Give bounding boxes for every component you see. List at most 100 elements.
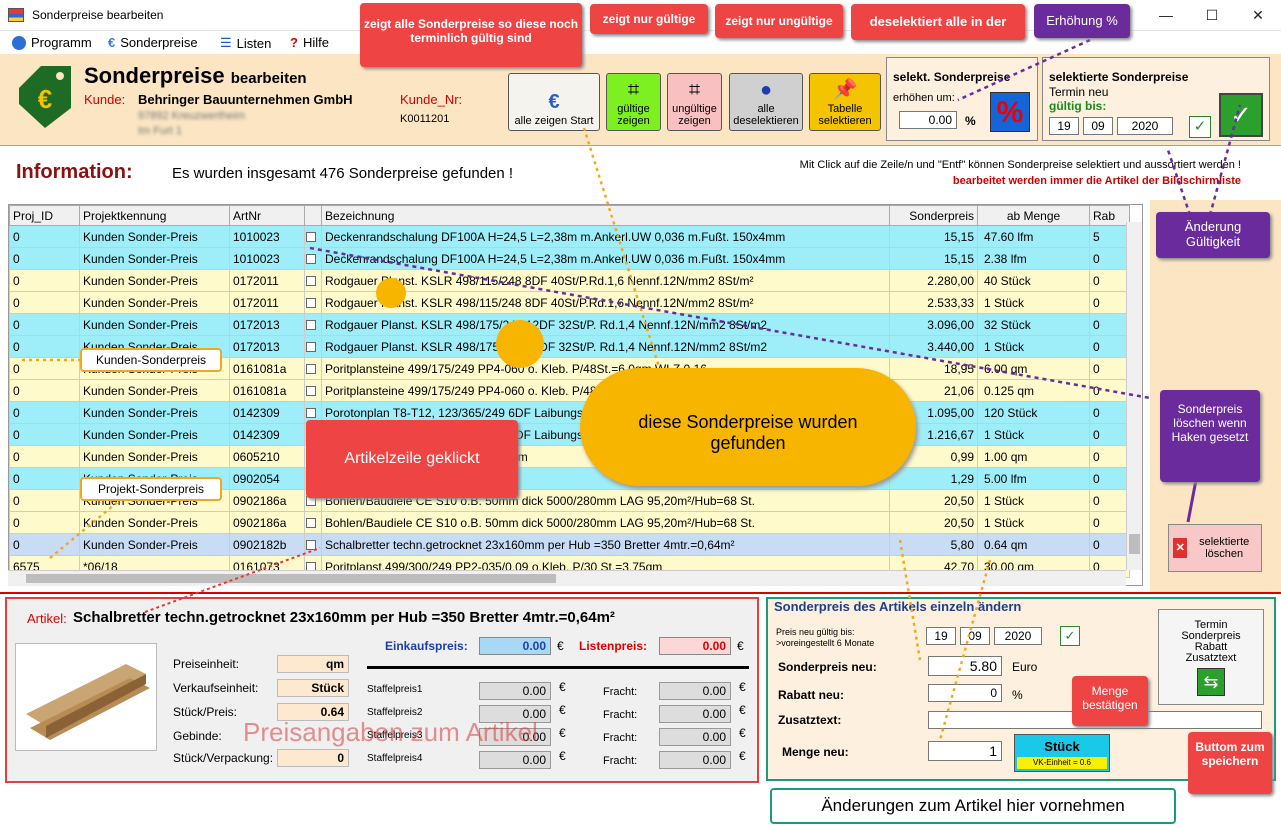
watermark-text: Preisangaben zum Artikel bbox=[243, 717, 538, 747]
table-row[interactable]: 0 Kunden Sonder-Preis 0172011 Rodgauer Plan… bbox=[9, 291, 1130, 314]
termin-line3: gültig bis: bbox=[1049, 99, 1107, 113]
callout-ungueltig: zeigt nur ungültige bbox=[715, 4, 843, 38]
row-checkbox[interactable] bbox=[306, 276, 316, 287]
table-cell: Rodgauer Planst. KSLR 498/115/248 8DF 40… bbox=[321, 291, 890, 314]
row-checkbox[interactable] bbox=[306, 298, 316, 309]
save-arrow-icon: ⇆ bbox=[1197, 668, 1225, 696]
table-cell: Kunden Sonder-Preis bbox=[79, 401, 230, 424]
einzel-day-input[interactable]: 19 bbox=[926, 627, 956, 645]
delete-selected-button[interactable]: ✕ selektierte löschen bbox=[1168, 524, 1262, 572]
callout-menge: Menge bestätigen bbox=[1072, 676, 1148, 726]
row-checkbox[interactable] bbox=[306, 518, 316, 529]
table-cell: 1010023 bbox=[229, 225, 305, 248]
table-row[interactable]: 0 Kunden Sonder-Preis 0902182b Schalbretter… bbox=[9, 533, 1130, 556]
termin-day-input[interactable]: 19 bbox=[1049, 117, 1079, 135]
table-cell: 0161081a bbox=[229, 379, 305, 402]
erhoehen-input[interactable]: 0.00 bbox=[899, 111, 957, 129]
row-checkbox-cell bbox=[304, 313, 322, 336]
gueltige-zeigen-button[interactable]: ⌗ gültige zeigen bbox=[606, 73, 661, 131]
button-label: Tabelle selektieren bbox=[818, 103, 872, 127]
table-row[interactable]: 0 Kunden Sonder-Preis 1010023 Deckenrandsch… bbox=[9, 225, 1130, 248]
einzel-year-input[interactable]: 2020 bbox=[994, 627, 1042, 645]
menu-sonderpreise[interactable]: € Sonderpreise bbox=[108, 35, 198, 50]
menu-listen[interactable]: ☰ Listen bbox=[220, 35, 271, 51]
table-cell: 2.38 lfm bbox=[977, 247, 1090, 270]
table-cell: Kunden Sonder-Preis bbox=[79, 445, 230, 468]
table-row[interactable]: 0 Kunden Sonder-Preis 0172013 Rodgauer Plan… bbox=[9, 313, 1130, 336]
fracht-value: 0.00 bbox=[659, 751, 731, 769]
vertical-scrollbar[interactable] bbox=[1126, 222, 1142, 570]
table-row[interactable]: 0Kunden Sonder-Preis0142309Porotonplan T… bbox=[9, 401, 1130, 424]
table-cell: 0 bbox=[1089, 247, 1130, 270]
binoculars-icon: ⌗ bbox=[627, 79, 640, 101]
tabelle-selektieren-button[interactable]: 📌 Tabelle selektieren bbox=[809, 73, 881, 131]
row-checkbox[interactable] bbox=[306, 342, 316, 353]
table-row[interactable]: 0Kunden Sonder-Preis0142309Porotonplan T… bbox=[9, 423, 1130, 446]
table-cell: Kunden Sonder-Preis bbox=[79, 379, 230, 402]
menge-label: Menge neu: bbox=[782, 745, 849, 759]
staffel-label: Staffelpreis4 bbox=[367, 753, 423, 764]
column-header[interactable]: ArtNr bbox=[229, 205, 305, 226]
row-checkbox[interactable] bbox=[306, 540, 316, 551]
close-button[interactable]: ✕ bbox=[1235, 0, 1281, 31]
table-cell: 0 bbox=[9, 379, 80, 402]
sonderpreis-input[interactable]: 5.80 bbox=[928, 656, 1002, 676]
table-cell: 1010023 bbox=[229, 247, 305, 270]
row-checkbox[interactable] bbox=[306, 364, 316, 375]
column-header[interactable]: Bezeichnung bbox=[321, 205, 890, 226]
einheit-button[interactable]: Stück VK-Einheit = 0.6 bbox=[1014, 734, 1110, 772]
column-header[interactable]: Projektkennung bbox=[79, 205, 230, 226]
currency: € bbox=[739, 726, 746, 740]
row-checkbox[interactable] bbox=[306, 320, 316, 331]
percent-button[interactable]: % bbox=[990, 92, 1030, 132]
horizontal-scrollbar[interactable] bbox=[8, 570, 1126, 586]
button-label: alle deselektieren bbox=[733, 103, 799, 127]
speichern-button[interactable]: Termin Sonderpreis Rabatt Zusatztext ⇆ bbox=[1158, 609, 1264, 705]
deselektieren-button[interactable]: ● alle deselektieren bbox=[729, 73, 803, 131]
column-header[interactable]: ab Menge bbox=[977, 205, 1090, 226]
column-header[interactable]: Rab bbox=[1089, 205, 1130, 226]
calendar-icon[interactable]: ✓ bbox=[1060, 626, 1080, 646]
einzel-month-input[interactable]: 09 bbox=[960, 627, 990, 645]
table-row[interactable]: 0Kunden Sonder-Preis0605210Bohlen/Baudie… bbox=[9, 445, 1130, 468]
calendar-icon[interactable]: ✓ bbox=[1189, 116, 1211, 138]
rabatt-label: Rabatt neu: bbox=[778, 688, 844, 702]
table-row[interactable]: 0 Kunden Sonder-Preis 0172011 Rodgauer Plan… bbox=[9, 269, 1130, 292]
euro-icon: € bbox=[548, 91, 560, 113]
menu-hilfe[interactable]: ? Hilfe bbox=[290, 35, 329, 50]
menge-input[interactable]: 1 bbox=[928, 741, 1002, 761]
button-label: selektierte löschen bbox=[1199, 536, 1250, 560]
percent-icon: % bbox=[996, 96, 1024, 129]
table-cell: 3.096,00 bbox=[889, 313, 978, 336]
table-row[interactable]: 0Kunden Sonder-Preis0902186aBohlen/Baudi… bbox=[9, 511, 1130, 534]
kunde-label: Kunde: bbox=[84, 92, 126, 107]
table-row[interactable]: 0 Kunden Sonder-Preis 1010023 Deckenrandsch… bbox=[9, 247, 1130, 270]
rabatt-input[interactable]: 0 bbox=[928, 684, 1002, 702]
staffel-value: 0.00 bbox=[479, 751, 551, 769]
fracht-value: 0.00 bbox=[659, 728, 731, 746]
button-label: Stück bbox=[1044, 739, 1080, 754]
row-checkbox[interactable] bbox=[306, 408, 316, 419]
table-cell: 0 bbox=[9, 423, 80, 446]
table-row[interactable]: 0Kunden Sonder-Preis0161081aPoritplanste… bbox=[9, 379, 1130, 402]
table-cell: 1 Stück bbox=[977, 291, 1090, 314]
column-header[interactable]: Sonderpreis bbox=[889, 205, 978, 226]
row-checkbox[interactable] bbox=[306, 232, 316, 243]
termin-year-input[interactable]: 2020 bbox=[1117, 117, 1173, 135]
erhoehen-label: erhöhen um: bbox=[893, 92, 955, 104]
table-cell: 1 Stück bbox=[977, 423, 1090, 446]
column-header[interactable]: Proj_ID bbox=[9, 205, 80, 226]
artikel-panel: Artikel: Schalbretter techn.getrocknet 2… bbox=[5, 597, 759, 783]
termin-month-input[interactable]: 09 bbox=[1083, 117, 1113, 135]
row-checkbox[interactable] bbox=[306, 386, 316, 397]
table-cell: Rodgauer Planst. KSLR 498/175/248 12DF 3… bbox=[321, 335, 890, 358]
minimize-button[interactable]: — bbox=[1143, 0, 1189, 31]
row-checkbox[interactable] bbox=[306, 254, 316, 265]
maximize-button[interactable]: ☐ bbox=[1189, 0, 1235, 31]
termin-apply-button[interactable]: ✓ bbox=[1219, 93, 1263, 137]
column-header[interactable] bbox=[304, 205, 322, 226]
alle-zeigen-button[interactable]: € alle zeigen Start bbox=[508, 73, 600, 131]
menu-programm[interactable]: Programm bbox=[12, 35, 92, 50]
ungueltige-zeigen-button[interactable]: ⌗ ungültige zeigen bbox=[667, 73, 722, 131]
table-cell: 5,80 bbox=[889, 533, 978, 556]
